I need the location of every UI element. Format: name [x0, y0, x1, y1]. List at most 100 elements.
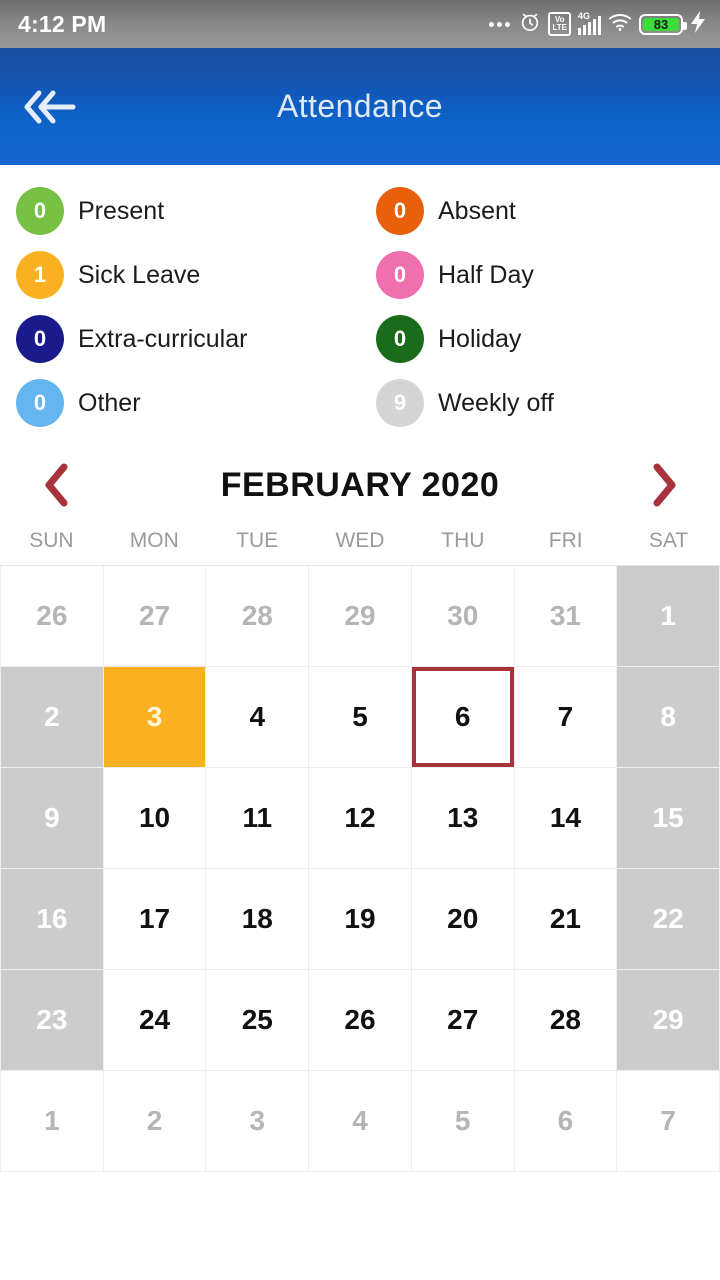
calendar-day-cell[interactable]: 27 [103, 566, 207, 667]
legend-item-absent[interactable]: 0 Absent [360, 179, 720, 243]
calendar-day-number: 27 [447, 1004, 479, 1035]
calendar-day-number: 5 [454, 1105, 471, 1136]
weekday-sun: SUN [29, 529, 74, 552]
weekday-thu: THU [441, 529, 485, 552]
calendar-day-cell[interactable]: 3 [206, 1071, 310, 1172]
calendar-day-cell[interactable]: 5 [309, 667, 412, 768]
calendar-grid: 26 27 28 29 30 31 1 2 3 4 5 6 7 8 9 10 11 12 13 14 15 16 17 18 1… [0, 565, 720, 1172]
calendar-day-cell[interactable]: 21 [514, 869, 618, 970]
calendar-day-cell[interactable]: 29 [309, 566, 412, 667]
calendar-day-number: 27 [138, 600, 171, 631]
calendar-day-number: 12 [344, 802, 376, 833]
calendar-day-number: 7 [557, 701, 574, 732]
legend-row: 0 Extra-curricular 0 Holiday [0, 307, 720, 371]
legend-row: 1 Sick Leave 0 Half Day [0, 243, 720, 307]
calendar-day-cell[interactable]: 3 [103, 667, 207, 768]
next-month-button[interactable] [642, 459, 686, 511]
status-icons: Vo LTE 4G 83 [489, 10, 706, 38]
calendar-day-number: 15 [652, 802, 684, 833]
calendar-day-cell[interactable]: 6 [411, 667, 515, 768]
calendar-day-cell[interactable]: 17 [103, 869, 207, 970]
legend-item-other[interactable]: 0 Other [0, 371, 360, 435]
calendar-day-cell[interactable]: 6 [514, 1071, 618, 1172]
calendar-day-number: 2 [146, 1105, 163, 1136]
back-button[interactable] [0, 48, 96, 165]
calendar-day-cell[interactable]: 18 [206, 869, 310, 970]
battery-icon: 83 [639, 13, 687, 35]
legend-label: Holiday [438, 324, 522, 353]
calendar-day-cell[interactable]: 13 [411, 768, 515, 869]
weekday-sat: SAT [648, 529, 689, 552]
calendar-day-cell[interactable]: 1 [617, 566, 720, 667]
calendar-day-cell[interactable]: 1 [1, 1071, 104, 1172]
month-title: FEBRUARY 2020 [220, 465, 500, 504]
legend-label: Absent [438, 196, 516, 225]
legend-item-holiday[interactable]: 0 Holiday [360, 307, 720, 371]
calendar-day-number: 3 [146, 701, 163, 732]
calendar-day-cell[interactable]: 28 [206, 566, 310, 667]
calendar-day-number: 26 [36, 600, 68, 631]
calendar-day-cell[interactable]: 5 [411, 1071, 515, 1172]
attendance-legend: 0 Present 0 Absent 1 Sick Leave 0 Half D… [0, 165, 720, 441]
calendar-day-number: 17 [138, 903, 171, 934]
calendar-day-cell[interactable]: 4 [309, 1071, 412, 1172]
calendar-day-number: 28 [549, 1004, 581, 1035]
calendar-day-cell[interactable]: 22 [617, 869, 720, 970]
calendar-day-cell[interactable]: 9 [1, 768, 104, 869]
calendar-day-number: 4 [352, 1105, 368, 1136]
calendar-day-cell[interactable]: 7 [617, 1071, 720, 1172]
legend-item-sick-leave[interactable]: 1 Sick Leave [0, 243, 360, 307]
calendar-day-cell[interactable]: 31 [514, 566, 618, 667]
legend-row: 0 Present 0 Absent [0, 179, 720, 243]
calendar-day-number: 23 [36, 1004, 68, 1035]
calendar-day-cell[interactable]: 20 [411, 869, 515, 970]
calendar-day-cell[interactable]: 26 [309, 970, 412, 1071]
calendar-day-cell[interactable]: 10 [103, 768, 207, 869]
legend-item-half-day[interactable]: 0 Half Day [360, 243, 720, 307]
weekday-tue: TUE [236, 529, 279, 552]
calendar-day-cell[interactable]: 7 [514, 667, 618, 768]
calendar-day-cell[interactable]: 2 [103, 1071, 207, 1172]
more-dots-icon [489, 21, 511, 27]
charging-bolt-icon [690, 10, 706, 38]
calendar-day-cell[interactable]: 8 [617, 667, 720, 768]
calendar-day-cell[interactable]: 29 [617, 970, 720, 1071]
calendar-day-number: 5 [352, 701, 368, 732]
calendar-day-cell[interactable]: 26 [1, 566, 104, 667]
calendar-day-number: 29 [652, 1004, 684, 1035]
chevron-right-icon [653, 463, 676, 507]
calendar-day-cell[interactable]: 2 [1, 667, 104, 768]
calendar-day-number: 18 [241, 903, 273, 934]
calendar-day-number: 28 [241, 600, 273, 631]
calendar-day-cell[interactable]: 16 [1, 869, 104, 970]
calendar-day-cell[interactable]: 23 [1, 970, 104, 1071]
calendar-day-cell[interactable]: 11 [206, 768, 310, 869]
calendar-day-cell[interactable]: 25 [206, 970, 310, 1071]
calendar-day-cell[interactable]: 4 [206, 667, 310, 768]
calendar-day-number: 9 [44, 802, 60, 833]
month-navigation: FEBRUARY 2020 [0, 441, 720, 515]
calendar-day-cell[interactable]: 14 [514, 768, 618, 869]
calendar-day-cell[interactable]: 12 [309, 768, 412, 869]
calendar-day-number: 7 [660, 1105, 676, 1136]
calendar-day-cell[interactable]: 28 [514, 970, 618, 1071]
legend-count-badge: 0 [376, 251, 424, 299]
legend-label: Weekly off [438, 388, 554, 417]
calendar-day-cell[interactable]: 30 [411, 566, 515, 667]
legend-count-badge: 0 [376, 315, 424, 363]
calendar-day-cell[interactable]: 15 [617, 768, 720, 869]
calendar-day-cell[interactable]: 19 [309, 869, 412, 970]
signal-icon: 4G [578, 11, 601, 35]
calendar-day-number: 19 [344, 903, 376, 934]
weekday-wed: WED [335, 529, 385, 552]
calendar-day-number: 6 [557, 1105, 574, 1136]
calendar-day-cell[interactable]: 24 [103, 970, 207, 1071]
weekday-mon: MON [129, 529, 179, 552]
legend-item-extra-curricular[interactable]: 0 Extra-curricular [0, 307, 360, 371]
calendar-day-number: 11 [242, 802, 273, 833]
legend-item-present[interactable]: 0 Present [0, 179, 360, 243]
calendar-day-cell[interactable]: 27 [411, 970, 515, 1071]
legend-item-weekly-off[interactable]: 9 Weekly off [360, 371, 720, 435]
calendar-day-number: 6 [454, 701, 471, 732]
previous-month-button[interactable] [34, 459, 78, 511]
